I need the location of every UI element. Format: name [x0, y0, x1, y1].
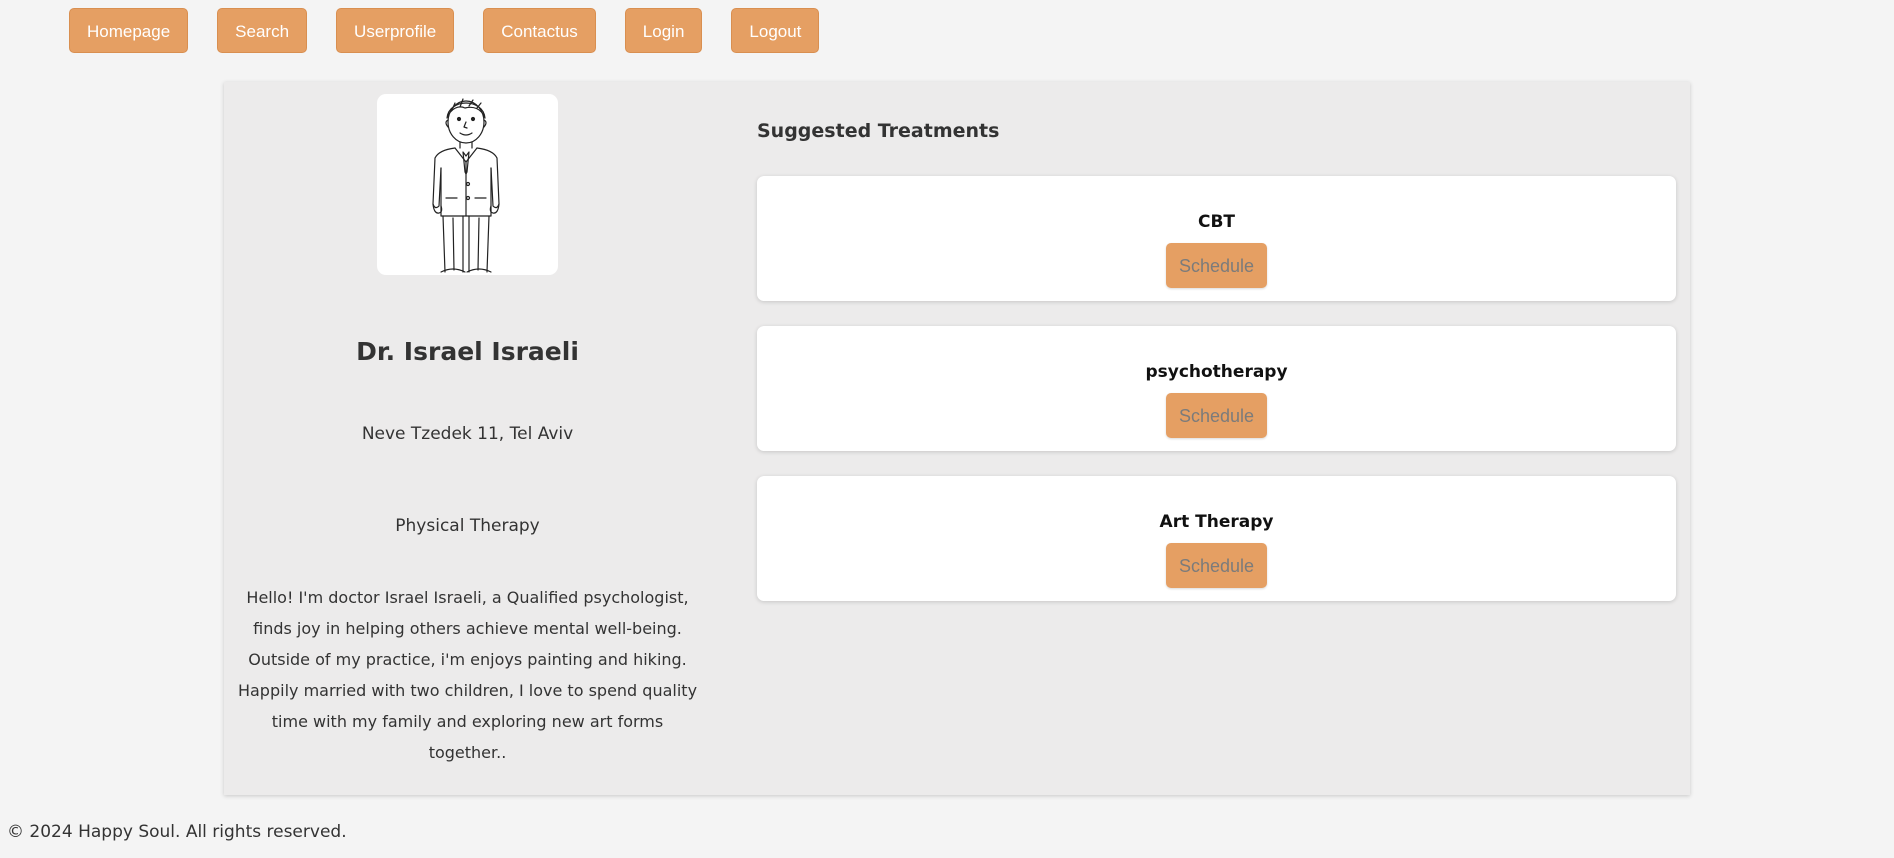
nav-userprofile-button[interactable]: Userprofile	[336, 8, 455, 53]
treatment-name: Art Therapy	[1159, 512, 1274, 532]
treatments-title: Suggested Treatments	[757, 120, 1000, 142]
treatment-card-cbt: CBT Schedule	[757, 176, 1676, 301]
doctor-illustration-icon	[432, 98, 500, 273]
doctor-address: Neve Tzedek 11, Tel Aviv	[361, 424, 574, 444]
doctor-avatar	[377, 94, 558, 275]
top-navigation: Homepage Search Userprofile Contactus Lo…	[69, 8, 820, 53]
treatment-card-psychotherapy: psychotherapy Schedule	[757, 326, 1676, 451]
schedule-art-therapy-button[interactable]: Schedule	[1166, 543, 1267, 588]
doctor-bio: Hello! I'm doctor Israel Israeli, a Qual…	[237, 588, 698, 762]
nav-search-button[interactable]: Search	[217, 8, 308, 53]
doctor-name: Dr. Israel Israeli	[356, 337, 579, 366]
schedule-cbt-button[interactable]: Schedule	[1166, 243, 1267, 288]
treatment-name: CBT	[1197, 212, 1236, 232]
nav-login-button[interactable]: Login	[624, 8, 703, 53]
doctor-specialty: Physical Therapy	[395, 516, 540, 536]
treatment-name: psychotherapy	[1145, 362, 1288, 382]
nav-homepage-button[interactable]: Homepage	[69, 8, 189, 53]
treatment-card-art-therapy: Art Therapy Schedule	[757, 476, 1676, 601]
schedule-psychotherapy-button[interactable]: Schedule	[1166, 393, 1267, 438]
treatment-list: CBT Schedule psychotherapy Schedule Art …	[757, 176, 1676, 626]
profile-panel: Dr. Israel Israeli Neve Tzedek 11, Tel A…	[224, 82, 1690, 795]
footer-copyright: © 2024 Happy Soul. All rights reserved.	[7, 822, 347, 842]
nav-contactus-button[interactable]: Contactus	[483, 8, 596, 53]
nav-logout-button[interactable]: Logout	[731, 8, 820, 53]
